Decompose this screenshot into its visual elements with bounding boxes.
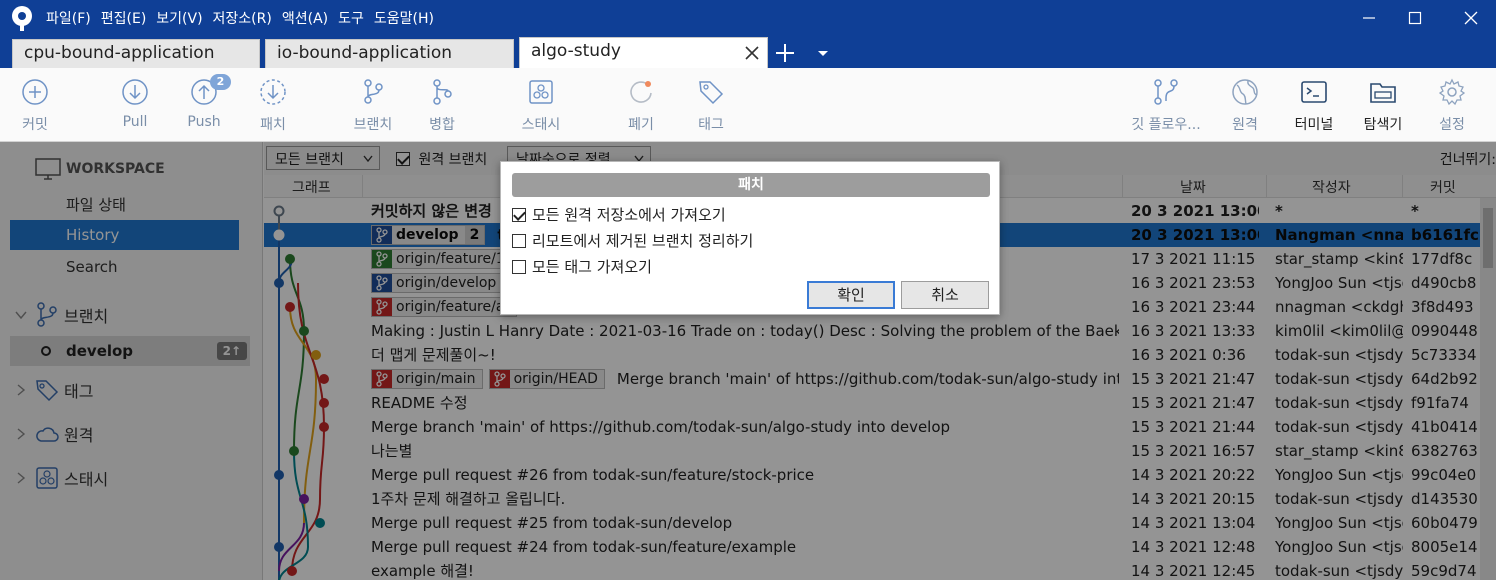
ok-button[interactable]: 확인 bbox=[807, 281, 895, 309]
merge-icon bbox=[433, 79, 452, 105]
maximize-button[interactable] bbox=[1392, 0, 1438, 36]
menu-tools[interactable]: 도구 bbox=[338, 8, 364, 28]
option-label: 리모트에서 제거된 브랜치 정리하기 bbox=[532, 232, 754, 250]
stash-icon bbox=[529, 80, 553, 104]
menu-help[interactable]: 도움말(H) bbox=[374, 8, 434, 28]
prune-branches-option[interactable]: 리모트에서 제거된 브랜치 정리하기 bbox=[512, 230, 753, 252]
option-label: 모든 태그 가져오기 bbox=[532, 258, 652, 276]
commit-label: 커밋 bbox=[22, 117, 48, 133]
menu-repository[interactable]: 저장소(R) bbox=[213, 8, 272, 28]
tab-algo-study[interactable]: algo-study bbox=[519, 37, 768, 68]
prune-branches-checkbox[interactable] bbox=[512, 234, 526, 248]
discard-icon bbox=[630, 81, 652, 103]
tab-io-bound-application[interactable]: io-bound-application bbox=[265, 39, 514, 68]
repo-tab-bar: cpu-bound-application io-bound-applicati… bbox=[0, 36, 1496, 68]
tab-cpu-bound-application[interactable]: cpu-bound-application bbox=[12, 39, 260, 68]
title-bar: 파일(F) 편집(E) 보기(V) 저장소(R) 액션(A) 도구 도움말(H) bbox=[0, 0, 1496, 36]
tag-icon bbox=[699, 81, 724, 105]
fetch-icon bbox=[260, 79, 286, 105]
push-count-badge: 2 bbox=[210, 74, 231, 90]
fetch-all-remotes-checkbox[interactable] bbox=[512, 208, 526, 222]
tab-dropdown-icon[interactable] bbox=[816, 48, 830, 58]
pull-icon bbox=[122, 79, 148, 105]
gitflow-label: 깃 플로우... bbox=[1131, 117, 1201, 133]
fetch-all-tags-option[interactable]: 모든 태그 가져오기 bbox=[512, 256, 652, 278]
minimize-button[interactable] bbox=[1346, 0, 1392, 36]
pull-button[interactable]: Pull bbox=[95, 68, 175, 142]
gitflow-icon bbox=[1154, 79, 1178, 105]
branch-icon bbox=[364, 79, 383, 104]
menu-edit[interactable]: 편집(E) bbox=[101, 8, 147, 28]
globe-icon bbox=[1232, 79, 1258, 105]
tab-label: algo-study bbox=[531, 41, 621, 61]
maximize-icon bbox=[1408, 11, 1422, 25]
settings-button[interactable]: 설정 bbox=[1412, 68, 1492, 142]
toolbar: 커밋 Pull 2 Push 패치 브랜치 병합 스태시 폐기 태그 깃 플로우… bbox=[0, 68, 1496, 142]
remote-button[interactable]: 원격 bbox=[1205, 68, 1285, 142]
discard-label: 폐기 bbox=[628, 117, 654, 133]
fetch-label: 패치 bbox=[260, 117, 286, 133]
close-tab-icon[interactable] bbox=[743, 44, 761, 62]
push-button[interactable]: 2 Push bbox=[164, 68, 244, 142]
fetch-dialog: 패치 모든 원격 저장소에서 가져오기 리모트에서 제거된 브랜치 정리하기 모… bbox=[500, 161, 1000, 315]
add-tab-icon[interactable] bbox=[774, 42, 796, 64]
menu-bar: 파일(F) 편집(E) 보기(V) 저장소(R) 액션(A) 도구 도움말(H) bbox=[46, 0, 444, 36]
remote-label: 원격 bbox=[1232, 117, 1258, 133]
terminal-button[interactable]: 터미널 bbox=[1274, 68, 1354, 142]
gear-icon bbox=[1438, 78, 1466, 106]
menu-file[interactable]: 파일(F) bbox=[46, 8, 91, 28]
pull-label: Pull bbox=[122, 114, 148, 130]
fetch-all-tags-checkbox[interactable] bbox=[512, 260, 526, 274]
sourcetree-logo-icon bbox=[12, 6, 32, 31]
fetch-all-remotes-option[interactable]: 모든 원격 저장소에서 가져오기 bbox=[512, 204, 726, 226]
discard-button[interactable]: 폐기 bbox=[601, 68, 681, 142]
commit-icon bbox=[22, 79, 48, 105]
tab-label: io-bound-application bbox=[277, 43, 453, 63]
merge-button[interactable]: 병합 bbox=[402, 68, 482, 142]
branch-button[interactable]: 브랜치 bbox=[333, 68, 413, 142]
stash-button[interactable]: 스태시 bbox=[501, 68, 581, 142]
close-window-button[interactable] bbox=[1448, 0, 1494, 36]
menu-view[interactable]: 보기(V) bbox=[156, 8, 202, 28]
explorer-label: 탐색기 bbox=[1363, 117, 1403, 133]
terminal-label: 터미널 bbox=[1294, 117, 1334, 133]
stash-label: 스태시 bbox=[521, 117, 561, 133]
commit-button[interactable]: 커밋 bbox=[0, 68, 75, 142]
minimize-icon bbox=[1363, 17, 1375, 19]
tag-button[interactable]: 태그 bbox=[671, 68, 751, 142]
settings-label: 설정 bbox=[1439, 117, 1465, 133]
explorer-button[interactable]: 탐색기 bbox=[1343, 68, 1423, 142]
cancel-button[interactable]: 취소 bbox=[901, 281, 989, 309]
option-label: 모든 원격 저장소에서 가져오기 bbox=[532, 206, 726, 224]
terminal-icon bbox=[1301, 81, 1327, 103]
dialog-title: 패치 bbox=[512, 173, 990, 197]
tab-label: cpu-bound-application bbox=[24, 43, 215, 63]
tag-label: 태그 bbox=[698, 117, 724, 133]
branch-label: 브랜치 bbox=[353, 117, 393, 133]
gitflow-button[interactable]: 깃 플로우... bbox=[1126, 68, 1206, 142]
push-label: Push bbox=[187, 114, 221, 130]
merge-label: 병합 bbox=[429, 117, 455, 133]
fetch-button[interactable]: 패치 bbox=[233, 68, 313, 142]
menu-actions[interactable]: 액션(A) bbox=[282, 8, 328, 28]
close-icon bbox=[1464, 11, 1478, 25]
folder-icon bbox=[1370, 83, 1396, 103]
